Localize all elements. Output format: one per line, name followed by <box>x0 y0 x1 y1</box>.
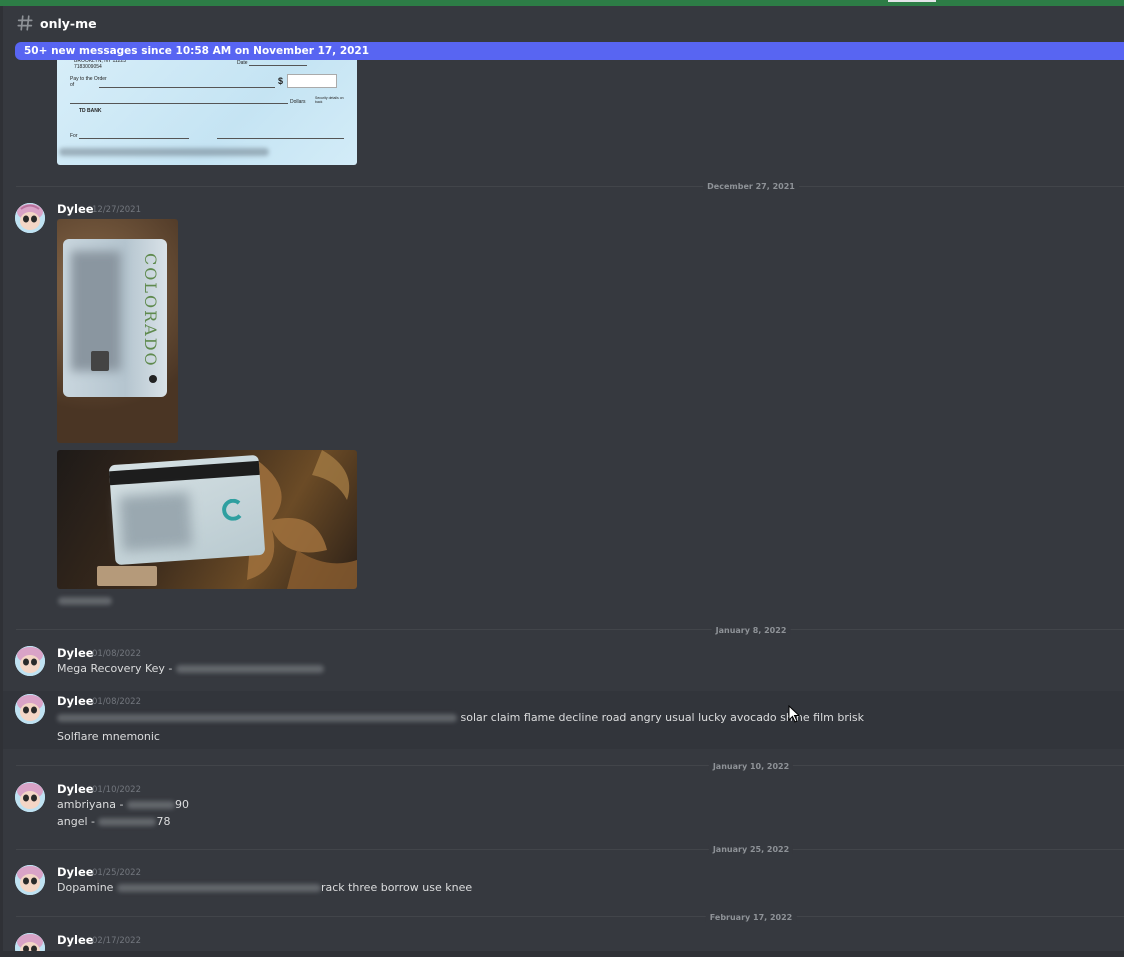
top-strip-indicator <box>888 0 936 2</box>
redacted-number <box>98 818 157 826</box>
wallet-clasp <box>97 566 157 586</box>
id-card-logo <box>221 498 245 522</box>
check-micr-redacted <box>59 148 269 156</box>
id-card-back-redacted <box>118 491 193 552</box>
avatar-image <box>15 865 45 895</box>
message-author[interactable]: Dylee <box>57 782 94 796</box>
id-card-back <box>108 454 266 566</box>
avatar[interactable] <box>15 203 45 233</box>
message-timestamp: 01/10/2022 <box>92 785 141 795</box>
message-author[interactable]: Dylee <box>57 933 94 947</box>
message-text: angel - <box>57 815 99 828</box>
message-timestamp: 01/08/2022 <box>92 649 141 659</box>
id-card: COLORADO <box>63 239 167 397</box>
date-divider <box>16 849 1124 850</box>
redacted-key <box>175 665 324 673</box>
avatar-image <box>15 694 45 724</box>
attachment-image-id-front[interactable]: COLORADO <box>57 219 178 443</box>
check-bank-name: TD BANK <box>79 108 102 114</box>
message-author[interactable]: Dylee <box>57 202 94 216</box>
avatar-image <box>15 782 45 812</box>
avatar[interactable] <box>15 694 45 724</box>
message-content: angel - 78 <box>57 815 170 828</box>
bottom-edge <box>3 951 1124 957</box>
message-text: 78 <box>156 815 171 828</box>
redacted-caption <box>58 597 112 605</box>
check-currency: $ <box>278 76 284 86</box>
date-divider-label: December 27, 2021 <box>703 182 799 191</box>
check-date-line <box>249 65 307 66</box>
message-author[interactable]: Dylee <box>57 694 94 708</box>
date-divider <box>16 765 1124 766</box>
message-text: 90 <box>174 798 189 811</box>
message-timestamp: 01/08/2022 <box>92 697 141 707</box>
message-content: solar claim flame decline road angry usu… <box>57 711 864 724</box>
sidebar-edge <box>0 6 3 957</box>
mouse-pointer-icon <box>788 705 800 723</box>
channel-name[interactable]: only-me <box>40 16 97 31</box>
message-content: Dopamine rack three borrow use knee <box>57 881 472 894</box>
channel-header: only-me <box>3 6 1124 40</box>
date-divider-label: January 25, 2022 <box>708 845 794 854</box>
avatar-image <box>15 203 45 233</box>
message-timestamp: 12/27/2021 <box>92 205 141 215</box>
avatar[interactable] <box>15 646 45 676</box>
message-text: solar claim flame decline road angry usu… <box>460 711 865 724</box>
message-timestamp: 02/17/2022 <box>92 936 141 946</box>
check-security-text: Security details on back <box>315 96 344 104</box>
avatar[interactable] <box>15 865 45 895</box>
date-divider <box>16 916 1124 917</box>
check-payto-line <box>99 87 275 88</box>
date-divider <box>16 186 1124 187</box>
message-text: Dopamine <box>57 881 117 894</box>
check-signature-line <box>217 138 344 139</box>
check-amount-box <box>287 74 337 88</box>
check-phone: 7183009054 <box>74 64 102 70</box>
check-dollars-line <box>70 103 288 104</box>
avatar[interactable] <box>15 782 45 812</box>
date-divider-label: January 10, 2022 <box>708 762 794 771</box>
message-text-line2: Solflare mnemonic <box>57 730 160 743</box>
attachment-image-id-back[interactable] <box>57 450 357 589</box>
hash-icon <box>17 15 33 31</box>
new-messages-bar[interactable]: 50+ new messages since 10:58 AM on Novem… <box>15 42 1124 60</box>
check-for-label: For <box>70 133 78 139</box>
avatar-image <box>15 646 45 676</box>
id-card-state-text: COLORADO <box>141 253 160 368</box>
message-author[interactable]: Dylee <box>57 865 94 879</box>
message-text: ambriyana - <box>57 798 127 811</box>
message-content: Mega Recovery Key - <box>57 662 324 675</box>
check-for-line <box>79 138 189 139</box>
message-text: rack three borrow use knee <box>320 881 473 894</box>
message-content: ambriyana - 90 <box>57 798 189 811</box>
date-divider-label: February 17, 2022 <box>705 913 797 922</box>
redacted-mnemonic <box>116 884 321 892</box>
date-divider <box>16 629 1124 630</box>
id-card-seal <box>149 375 157 383</box>
message-author[interactable]: Dylee <box>57 646 94 660</box>
check-dollars-label: Dollars <box>290 99 306 105</box>
redacted-mnemonic <box>57 714 457 722</box>
redacted-number <box>126 801 175 809</box>
date-divider-label: January 8, 2022 <box>711 626 791 635</box>
check-date-label: Date <box>237 60 248 66</box>
id-card-photo <box>91 351 109 371</box>
message-timestamp: 01/25/2022 <box>92 868 141 878</box>
message-text: Mega Recovery Key - <box>57 662 176 675</box>
check-image[interactable]: BROOKLYN, NY 11223 7183009054 Date Pay t… <box>57 56 357 165</box>
id-card-magstripe <box>109 460 260 486</box>
